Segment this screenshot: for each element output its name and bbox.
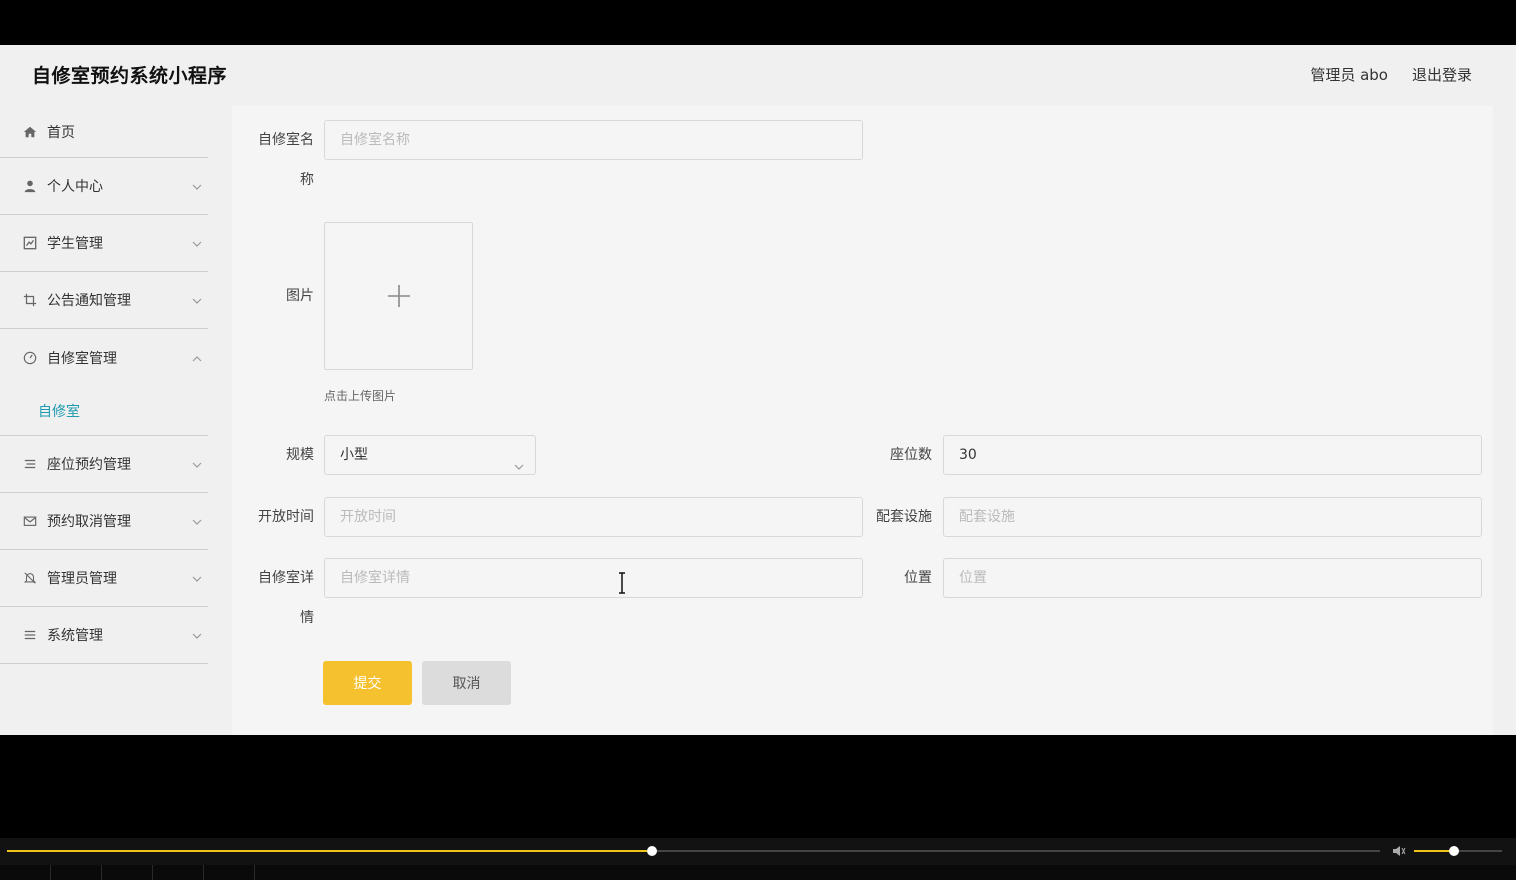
facilities-input[interactable] (943, 497, 1482, 537)
seat-count-input[interactable] (943, 435, 1482, 475)
detail-label-line2: 情 (300, 610, 314, 626)
volume-handle[interactable] (1448, 846, 1459, 856)
app-title: 自修室预约系统小程序 (32, 65, 228, 87)
chevron-down-icon (192, 294, 202, 304)
sidebar-item-home[interactable]: 首页 (0, 106, 208, 158)
detail-field-label: 自修室详 情 (254, 558, 314, 638)
progress-fill (7, 850, 653, 852)
cancel-button[interactable]: 取消 (422, 661, 511, 705)
plus-icon (386, 283, 412, 309)
open-time-field-label: 开放时间 (258, 509, 314, 525)
bell-off-icon (22, 570, 38, 586)
top-header: 自修室预约系统小程序 管理员 abo 退出登录 (0, 45, 1516, 106)
sidebar-item-label: 管理员管理 (47, 571, 117, 587)
chevron-down-icon (192, 572, 202, 582)
chevron-down-icon (192, 237, 202, 247)
gauge-icon (22, 350, 38, 366)
chevron-down-icon (192, 515, 202, 525)
sidebar-item-notice-management[interactable]: 公告通知管理 (0, 272, 208, 329)
user-icon (22, 178, 38, 194)
sidebar-item-label: 系统管理 (47, 628, 103, 644)
scale-field-label: 规模 (286, 447, 314, 463)
detail-label-line1: 自修室详 (258, 570, 314, 586)
sidebar-item-cancellation-management[interactable]: 预约取消管理 (0, 493, 208, 550)
crop-icon (22, 292, 38, 308)
scale-selected-value: 小型 (340, 447, 368, 463)
sidebar-subitem-study-room[interactable]: 自修室 (0, 386, 208, 436)
scale-select[interactable]: 小型 (324, 435, 536, 475)
upload-tip: 点击上传图片 (324, 389, 397, 403)
sidebar-item-student-management[interactable]: 学生管理 (0, 215, 208, 272)
chart-icon (22, 235, 38, 251)
sidebar-item-label: 首页 (47, 124, 75, 141)
submit-button[interactable]: 提交 (323, 661, 412, 705)
location-input[interactable] (943, 558, 1482, 598)
menu-icon (22, 627, 38, 643)
open-time-input[interactable] (324, 497, 863, 537)
form-content: 自修室名 称 图片 点击上传图片 规模 小型 座位数 开放时间 配套设施 自修室… (232, 106, 1493, 735)
volume-icon[interactable] (1391, 843, 1407, 859)
sidebar-item-seat-reservation-management[interactable]: 座位预约管理 (0, 436, 208, 493)
study-room-name-input[interactable] (324, 120, 863, 160)
sidebar-item-label: 预约取消管理 (47, 514, 131, 530)
image-upload-box[interactable] (324, 222, 473, 370)
chevron-down-icon (192, 180, 202, 190)
sidebar-item-label: 座位预约管理 (47, 457, 131, 473)
volume-fill (1414, 850, 1454, 852)
sidebar-item-label: 公告通知管理 (47, 293, 131, 309)
app-window: 自修室预约系统小程序 管理员 abo 退出登录 首页 个人中心 学生管理 公告通… (0, 45, 1516, 735)
sidebar-item-label: 个人中心 (47, 179, 103, 195)
location-field-label: 位置 (904, 570, 932, 586)
sidebar-item-personal-center[interactable]: 个人中心 (0, 158, 208, 215)
chevron-down-icon (513, 450, 525, 470)
name-field-label: 自修室名 称 (254, 120, 314, 200)
header-actions: 管理员 abo 退出登录 (1310, 64, 1472, 85)
chevron-down-icon (192, 629, 202, 639)
list-icon (22, 456, 38, 472)
progress-handle[interactable] (647, 846, 658, 856)
current-user-label[interactable]: 管理员 abo (1310, 64, 1388, 85)
chevron-up-icon (192, 352, 202, 362)
image-field-label: 图片 (286, 288, 314, 304)
sidebar-item-system-management[interactable]: 系统管理 (0, 607, 208, 664)
study-room-detail-input[interactable] (324, 558, 863, 598)
sidebar-item-label: 学生管理 (47, 236, 103, 252)
sidebar-item-study-room-management[interactable]: 自修室管理 (0, 329, 208, 386)
video-player-controls (0, 838, 1516, 880)
name-label-line1: 自修室名 (258, 132, 314, 148)
player-bottom-bar (0, 865, 1516, 880)
home-icon (22, 124, 38, 140)
chevron-down-icon (192, 458, 202, 468)
sidebar-item-admin-management[interactable]: 管理员管理 (0, 550, 208, 607)
name-label-line2: 称 (300, 172, 314, 188)
text-cursor-icon (617, 572, 627, 594)
sidebar: 首页 个人中心 学生管理 公告通知管理 自修室管理 自修室 座位预约管理 预约取… (0, 106, 208, 735)
seats-field-label: 座位数 (890, 447, 932, 463)
mail-icon (22, 513, 38, 529)
facilities-field-label: 配套设施 (876, 509, 932, 525)
sidebar-item-label: 自修室管理 (47, 350, 117, 367)
logout-link[interactable]: 退出登录 (1412, 64, 1472, 85)
